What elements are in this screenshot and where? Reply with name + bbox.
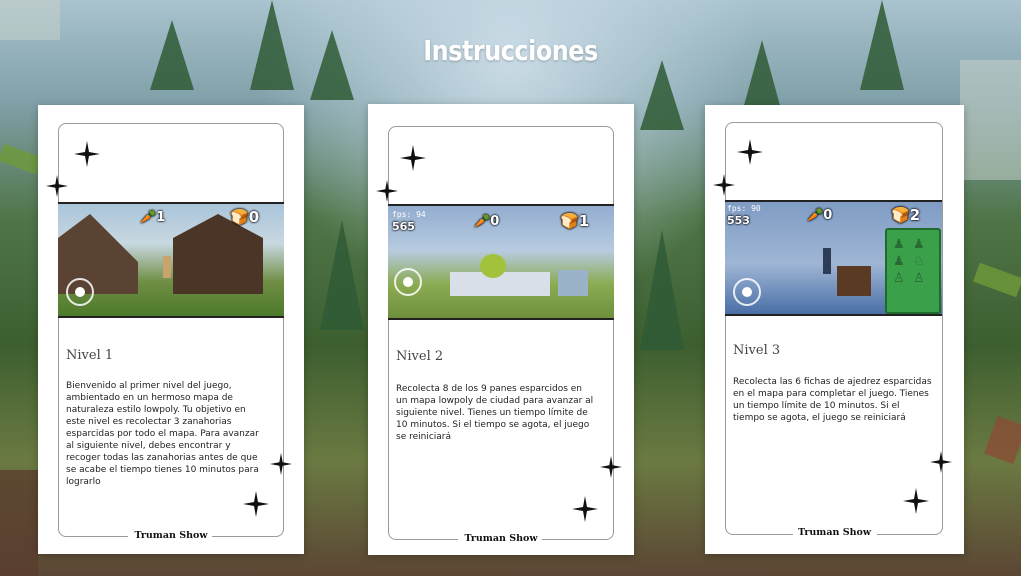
sparkle-icon: [46, 175, 68, 197]
bread-counter: 🍞0: [230, 208, 260, 226]
sparkle-icon: [737, 139, 763, 165]
level-card-1: 🥕1 🍞0 Nivel 1 Bienvenido al primer nivel…: [38, 105, 304, 554]
page-title: Instrucciones: [423, 34, 598, 67]
sparkle-icon: [243, 491, 269, 517]
chess-piece-icon: ♟ ♘ ♙: [913, 237, 925, 286]
level-description: Recolecta las 6 fichas de ajedrez esparc…: [733, 377, 932, 423]
level-description: Recolecta 8 de los 9 panes esparcidos en…: [396, 384, 594, 442]
sparkle-icon: [74, 141, 100, 167]
rock-shape: [0, 0, 60, 40]
ground-shape: [0, 470, 38, 576]
tree-shape: [320, 220, 364, 330]
card-frame: [388, 126, 614, 540]
sparkle-icon: [713, 174, 735, 196]
ground-shape: [984, 415, 1021, 465]
bread-counter: 🍞1: [560, 212, 590, 230]
bread-icon: 🍞: [891, 206, 910, 224]
city-buildings: [558, 270, 588, 296]
fps-readout: fps: 90: [727, 204, 761, 213]
sparkle-icon: [572, 496, 598, 522]
score-counter: 553: [727, 214, 750, 227]
chess-piece-icon: ♟ ♟ ♙: [893, 237, 905, 286]
leaf-shape: [0, 143, 42, 175]
carrot-counter: 🥕0: [807, 208, 833, 223]
card-footer: Truman Show: [464, 533, 538, 544]
level-1-screenshot: 🥕1 🍞0: [58, 202, 284, 318]
level-title: Nivel 2: [396, 349, 444, 364]
carrot-icon: 🥕: [807, 208, 824, 223]
leaf-shape: [972, 262, 1021, 298]
level-description: Bienvenido al primer nivel del juego, am…: [66, 381, 259, 487]
card-frame: [725, 122, 943, 535]
joystick-icon: [394, 268, 422, 296]
sparkle-icon: [903, 488, 929, 514]
level-title: Nivel 1: [66, 348, 114, 363]
joystick-icon: [733, 278, 761, 306]
player-character: [823, 248, 831, 274]
level-card-2: fps: 94 565 🥕0 🍞1 Nivel 2 Recolecta 8 de…: [368, 104, 634, 555]
sparkle-icon: [930, 451, 952, 473]
tree-prop: [480, 254, 506, 278]
carrot-icon: 🥕: [474, 214, 491, 229]
score-counter: 565: [392, 220, 415, 233]
tree-shape: [640, 60, 684, 130]
carrot-icon: 🥕: [140, 210, 157, 225]
wooden-house: [173, 214, 263, 294]
rock-shape: [960, 60, 1021, 180]
bread-counter: 🍞2: [891, 206, 921, 224]
sparkle-icon: [400, 145, 426, 171]
sparkle-icon: [376, 180, 398, 202]
card-footer: Truman Show: [798, 527, 871, 538]
level-2-screenshot: fps: 94 565 🥕0 🍞1: [388, 204, 614, 320]
level-3-screenshot: fps: 90 553 🥕0 🍞2 ♟ ♟ ♙ ♟ ♘ ♙: [725, 200, 942, 316]
carrot-counter: 🥕1: [140, 210, 166, 225]
bread-icon: 🍞: [560, 212, 579, 230]
level-title: Nivel 3: [733, 343, 781, 358]
joystick-icon: [66, 278, 94, 306]
tree-shape: [640, 230, 684, 350]
player-character: [163, 256, 171, 278]
carrot-counter: 🥕0: [474, 214, 500, 229]
crate-prop: [837, 266, 871, 296]
sparkle-icon: [270, 453, 292, 475]
sparkle-icon: [600, 456, 622, 478]
bread-icon: 🍞: [230, 208, 249, 226]
chess-pieces-panel: ♟ ♟ ♙ ♟ ♘ ♙: [885, 228, 941, 314]
fps-readout: fps: 94: [392, 210, 426, 219]
card-footer: Truman Show: [134, 530, 208, 541]
level-card-3: fps: 90 553 🥕0 🍞2 ♟ ♟ ♙ ♟ ♘ ♙ Nivel 3 Recole…: [705, 105, 964, 554]
